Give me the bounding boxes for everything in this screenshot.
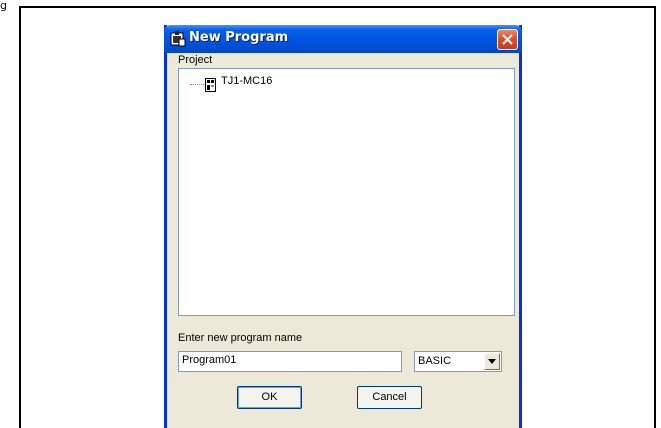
language-value: BASIC bbox=[418, 355, 452, 367]
cancel-button[interactable]: Cancel bbox=[357, 386, 422, 409]
close-icon bbox=[502, 34, 513, 45]
project-label: Project bbox=[178, 54, 213, 66]
project-tree[interactable]: TJ1-MC16 bbox=[178, 68, 515, 316]
page-caption: g bbox=[0, 0, 7, 12]
language-dropdown-button[interactable] bbox=[484, 353, 500, 370]
close-button[interactable] bbox=[497, 29, 518, 50]
tree-item-tj1-mc16[interactable]: TJ1-MC16 bbox=[221, 75, 272, 87]
program-name-label: Enter new program name bbox=[178, 332, 303, 344]
program-name-input[interactable]: Program01 bbox=[178, 351, 402, 372]
tree-connector bbox=[190, 84, 204, 85]
new-program-dialog: New Program Project TJ1-MC16 Enter new p… bbox=[164, 25, 522, 428]
new-program-icon bbox=[170, 31, 186, 47]
ok-button[interactable]: OK bbox=[237, 386, 302, 409]
language-select[interactable]: BASIC bbox=[414, 351, 502, 372]
dialog-title: New Program bbox=[189, 30, 289, 45]
controller-icon bbox=[205, 77, 216, 92]
chevron-down-icon bbox=[488, 359, 496, 364]
title-bar[interactable]: New Program bbox=[164, 25, 522, 53]
